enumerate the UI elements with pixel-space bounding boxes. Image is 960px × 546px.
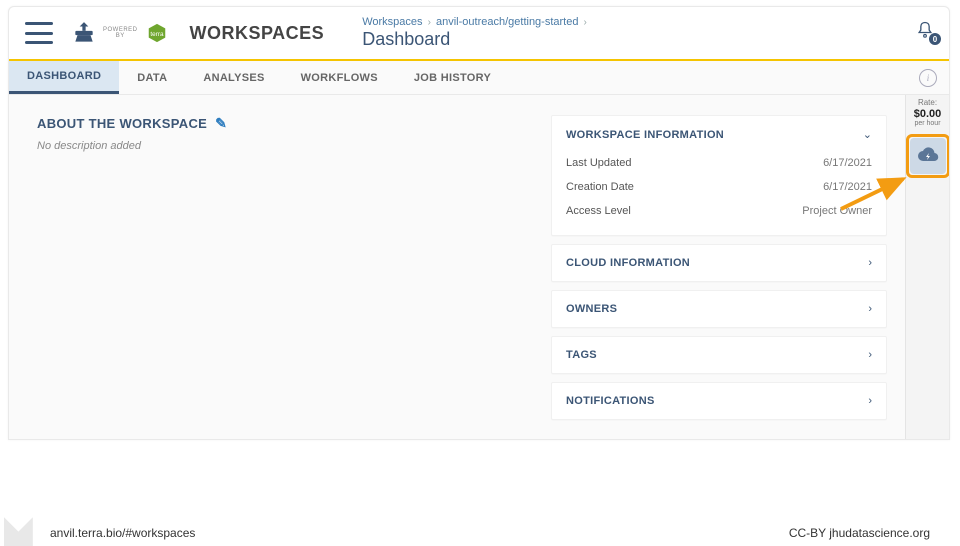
info-value: 6/17/2021 — [823, 157, 872, 169]
notif-count-badge: 0 — [929, 33, 941, 45]
rate-unit: per hour — [914, 120, 942, 128]
panel-notifications-header[interactable]: NOTIFICATIONS › — [566, 395, 872, 407]
info-label: Creation Date — [566, 181, 634, 193]
footer-url: anvil.terra.bio/#workspaces — [50, 526, 195, 540]
powered-by-label: POWERED BY — [103, 27, 138, 39]
tab-data[interactable]: DATA — [119, 61, 185, 94]
chevron-right-icon: › — [868, 303, 872, 315]
panel-owners-header[interactable]: OWNERS › — [566, 303, 872, 315]
info-label: Access Level — [566, 205, 631, 217]
panel-tags: TAGS › — [551, 336, 887, 374]
page-title: Dashboard — [362, 29, 589, 50]
tab-analyses[interactable]: ANALYSES — [185, 61, 282, 94]
highlight-box — [906, 134, 950, 178]
tab-workflows[interactable]: WORKFLOWS — [283, 61, 396, 94]
breadcrumb-workspaces[interactable]: Workspaces — [362, 16, 422, 28]
menu-icon[interactable] — [25, 22, 53, 44]
rate-value: $0.00 — [914, 108, 942, 120]
terra-logo-icon: terra — [146, 22, 168, 44]
rate-label: Rate: — [914, 99, 942, 108]
about-section: ABOUT THE WORKSPACE ✎ No description add… — [37, 115, 531, 419]
info-row: Creation Date 6/17/2021 — [566, 175, 872, 199]
breadcrumb-project[interactable]: anvil-outreach/getting-started — [436, 16, 578, 28]
info-icon[interactable]: i — [919, 69, 937, 87]
info-row: Last Updated 6/17/2021 — [566, 151, 872, 175]
panel-title: WORKSPACE INFORMATION — [566, 129, 724, 141]
app-window: POWERED BY terra WORKSPACES Workspaces ›… — [8, 6, 950, 440]
body: ABOUT THE WORKSPACE ✎ No description add… — [9, 95, 949, 439]
panel-cloud-info-header[interactable]: CLOUD INFORMATION › — [566, 257, 872, 269]
tab-job-history[interactable]: JOB HISTORY — [396, 61, 509, 94]
panel-title: NOTIFICATIONS — [566, 395, 655, 407]
anvil-logo-icon — [71, 20, 97, 46]
chevron-right-icon: › — [428, 17, 431, 28]
footer-attribution: CC-BY jhudatascience.org — [789, 526, 930, 540]
panel-workspace-info: WORKSPACE INFORMATION ⌄ Last Updated 6/1… — [551, 115, 887, 236]
panel-cloud-info: CLOUD INFORMATION › — [551, 244, 887, 282]
svg-text:terra: terra — [150, 31, 164, 38]
breadcrumb: Workspaces › anvil-outreach/getting-star… — [362, 16, 589, 50]
about-empty-text: No description added — [37, 140, 531, 152]
chevron-right-icon: › — [868, 395, 872, 407]
tab-dashboard[interactable]: DASHBOARD — [9, 61, 119, 94]
panel-title: CLOUD INFORMATION — [566, 257, 690, 269]
panel-owners: OWNERS › — [551, 290, 887, 328]
panel-title: OWNERS — [566, 303, 617, 315]
brand-block: POWERED BY terra — [71, 20, 168, 46]
app-title: WORKSPACES — [190, 23, 325, 44]
chevron-right-icon: › — [868, 349, 872, 361]
panel-title: TAGS — [566, 349, 597, 361]
chevron-down-icon: ⌄ — [863, 128, 872, 141]
chevron-right-icon: › — [584, 17, 587, 28]
edit-icon[interactable]: ✎ — [215, 115, 227, 132]
notifications-icon[interactable]: 0 — [915, 19, 935, 41]
cloud-environment-button[interactable] — [910, 138, 946, 174]
panel-tags-header[interactable]: TAGS › — [566, 349, 872, 361]
panel-workspace-info-header[interactable]: WORKSPACE INFORMATION ⌄ — [566, 128, 872, 141]
info-panels: WORKSPACE INFORMATION ⌄ Last Updated 6/1… — [551, 115, 887, 419]
main-area: ABOUT THE WORKSPACE ✎ No description add… — [9, 95, 905, 439]
right-rail: Rate: $0.00 per hour — [905, 95, 949, 439]
rate-display: Rate: $0.00 per hour — [914, 99, 942, 128]
info-row: Access Level Project Owner — [566, 199, 872, 223]
header-bar: POWERED BY terra WORKSPACES Workspaces ›… — [9, 7, 949, 61]
about-title: ABOUT THE WORKSPACE — [37, 116, 207, 131]
chevron-right-icon: › — [868, 257, 872, 269]
tab-bar: DASHBOARD DATA ANALYSES WORKFLOWS JOB HI… — [9, 61, 949, 95]
info-value: 6/17/2021 — [823, 181, 872, 193]
slide-footer: anvil.terra.bio/#workspaces CC-BY jhudat… — [0, 526, 960, 540]
info-label: Last Updated — [566, 157, 631, 169]
panel-notifications: NOTIFICATIONS › — [551, 382, 887, 420]
info-value: Project Owner — [802, 205, 872, 217]
